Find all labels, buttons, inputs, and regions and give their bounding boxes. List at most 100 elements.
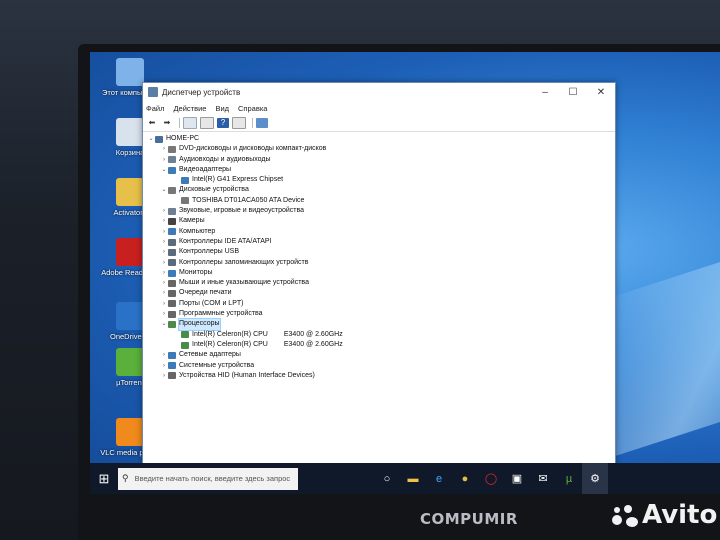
forward-arrow-icon[interactable]: ➡ [161, 118, 173, 128]
task-view-icon[interactable]: ○ [374, 463, 400, 494]
windows-start-icon[interactable]: ⊞ [90, 463, 118, 494]
tree-node[interactable]: › Сетевые адаптеры [143, 350, 615, 360]
tree-node[interactable]: › Очереди печати [143, 288, 615, 298]
expanded-chevron-icon[interactable]: ⌄ [160, 165, 168, 175]
tree-node[interactable]: Intel(R) G41 Express Chipset [143, 175, 615, 185]
tree-node[interactable]: Intel(R) Celeron(R) CPU E3400 @ 2.60GHz [143, 330, 615, 340]
tree-node[interactable]: › Контроллеры USB [143, 247, 615, 257]
network-adapter-icon [168, 351, 176, 359]
collapsed-chevron-icon[interactable]: › [160, 227, 168, 237]
system-device-icon [168, 362, 176, 370]
title-bar[interactable]: Диспетчер устройств – ☐ ✕ [143, 83, 615, 101]
tree-node[interactable]: › Звуковые, игровые и видеоустройства [143, 206, 615, 216]
tree-node-label: Порты (COM и LPT) [179, 299, 244, 307]
tree-node-label: TOSHIBA DT01ACA050 ATA Device [192, 196, 305, 204]
collapsed-chevron-icon[interactable]: › [160, 155, 168, 165]
tree-node-label: Компьютер [179, 227, 216, 235]
collapsed-chevron-icon[interactable]: › [160, 309, 168, 319]
back-arrow-icon[interactable]: ⬅ [146, 118, 158, 128]
processor-icon [181, 331, 189, 339]
tree-node[interactable]: › DVD-дисководы и дисководы компакт-диско… [143, 144, 615, 154]
expanded-chevron-icon[interactable]: ⌄ [160, 319, 168, 329]
tree-node[interactable]: › Программные устройства [143, 309, 615, 319]
tree-node[interactable]: ⌄ Видеоадаптеры [143, 165, 615, 175]
close-button[interactable]: ✕ [587, 87, 615, 98]
mail-icon[interactable]: ✉ [530, 463, 556, 494]
properties-icon[interactable] [200, 117, 214, 129]
tree-node[interactable]: › Контроллеры IDE ATA/ATAPI [143, 237, 615, 247]
cpu-frequency-label: E3400 @ 2.60GHz [283, 340, 343, 348]
tree-node[interactable]: › Контроллеры запоминающих устройств [143, 258, 615, 268]
collapsed-chevron-icon[interactable]: › [160, 350, 168, 360]
tree-node-label: Контроллеры запоминающих устройств [179, 258, 309, 266]
disk-drive-icon [168, 187, 176, 195]
tree-node[interactable]: › Камеры [143, 216, 615, 226]
tree-node[interactable]: › Системные устройства [143, 361, 615, 371]
edge-icon[interactable]: e [426, 463, 452, 494]
help-icon[interactable]: ? [217, 118, 229, 128]
minimize-button[interactable]: – [531, 87, 559, 98]
tree-node-label: Контроллеры IDE ATA/ATAPI [179, 237, 272, 245]
collapsed-chevron-icon[interactable]: › [160, 258, 168, 268]
tree-node-label: Камеры [179, 217, 205, 225]
collapsed-chevron-icon[interactable]: › [160, 371, 168, 381]
display-adapter-icon [168, 166, 176, 174]
chrome-icon[interactable]: ● [452, 463, 478, 494]
tree-node-label: Мыши и иные указывающие устройства [179, 279, 309, 287]
tree-node[interactable]: › Мониторы [143, 268, 615, 278]
update-driver-icon[interactable] [232, 117, 246, 129]
cpu-frequency-label: E3400 @ 2.60GHz [283, 330, 343, 338]
tree-node-label: Звуковые, игровые и видеоустройства [179, 207, 305, 215]
tree-node[interactable]: ⌄ HOME-PC [143, 134, 615, 144]
recycle-bin-icon [116, 118, 144, 146]
menu-action[interactable]: Действие [173, 104, 206, 113]
collapsed-chevron-icon[interactable]: › [160, 278, 168, 288]
collapsed-chevron-icon[interactable]: › [160, 361, 168, 371]
this-pc-icon [116, 58, 144, 86]
collapsed-chevron-icon[interactable]: › [160, 237, 168, 247]
scan-hardware-icon[interactable] [256, 118, 268, 128]
tree-node[interactable]: › Мыши и иные указывающие устройства [143, 278, 615, 288]
utorrent-taskbar-icon[interactable]: µ [556, 463, 582, 494]
collapsed-chevron-icon[interactable]: › [160, 216, 168, 226]
port-icon [168, 300, 176, 308]
device-manager-window[interactable]: Диспетчер устройств – ☐ ✕ Файл Действие … [142, 82, 616, 464]
expanded-chevron-icon[interactable]: ⌄ [160, 185, 168, 195]
disk-drive-icon [181, 197, 189, 205]
tree-node[interactable]: › Компьютер [143, 227, 615, 237]
file-explorer-icon[interactable]: ▬ [400, 463, 426, 494]
tree-node[interactable]: ⌄ Процессоры [143, 318, 615, 331]
tree-node-label: Видеоадаптеры [179, 165, 232, 173]
store-icon[interactable]: ▣ [504, 463, 530, 494]
monitor-icon [168, 269, 176, 277]
menu-help[interactable]: Справка [238, 104, 267, 113]
window-title: Диспетчер устройств [162, 87, 241, 97]
collapsed-chevron-icon[interactable]: › [160, 268, 168, 278]
avito-logo-icon [612, 504, 638, 527]
collapsed-chevron-icon[interactable]: › [160, 299, 168, 309]
tree-node-label: Процессоры [178, 318, 221, 331]
show-hide-tree-icon[interactable] [183, 117, 197, 129]
expanded-chevron-icon[interactable]: ⌄ [147, 134, 155, 144]
opera-icon[interactable]: ◯ [478, 463, 504, 494]
collapsed-chevron-icon[interactable]: › [160, 288, 168, 298]
tree-node[interactable]: › Устройства HID (Human Interface Devices… [143, 371, 615, 381]
sound-icon [168, 207, 176, 215]
menu-file[interactable]: Файл [146, 104, 164, 113]
device-manager-taskbar-icon[interactable]: ⚙ [582, 463, 608, 494]
tree-node[interactable]: › Порты (COM и LPT) [143, 299, 615, 309]
tree-node[interactable]: › Аудиовходы и аудиовыходы [143, 155, 615, 165]
menu-view[interactable]: Вид [215, 104, 229, 113]
tree-node-label: Сетевые адаптеры [179, 351, 241, 359]
taskbar: ⊞ ⚲ Введите начать поиск, введите здесь … [90, 463, 720, 494]
tree-node[interactable]: ⌄ Дисковые устройства [143, 185, 615, 195]
tree-node[interactable]: TOSHIBA DT01ACA050 ATA Device [143, 196, 615, 206]
collapsed-chevron-icon[interactable]: › [160, 247, 168, 257]
folder-icon [116, 178, 144, 206]
tree-node[interactable]: Intel(R) Celeron(R) CPU E3400 @ 2.60GHz [143, 340, 615, 350]
collapsed-chevron-icon[interactable]: › [160, 144, 168, 154]
collapsed-chevron-icon[interactable]: › [160, 206, 168, 216]
toolbar: ⬅ ➡ ? [143, 115, 615, 132]
maximize-button[interactable]: ☐ [559, 87, 587, 98]
taskbar-search-box[interactable]: ⚲ Введите начать поиск, введите здесь за… [118, 467, 298, 490]
